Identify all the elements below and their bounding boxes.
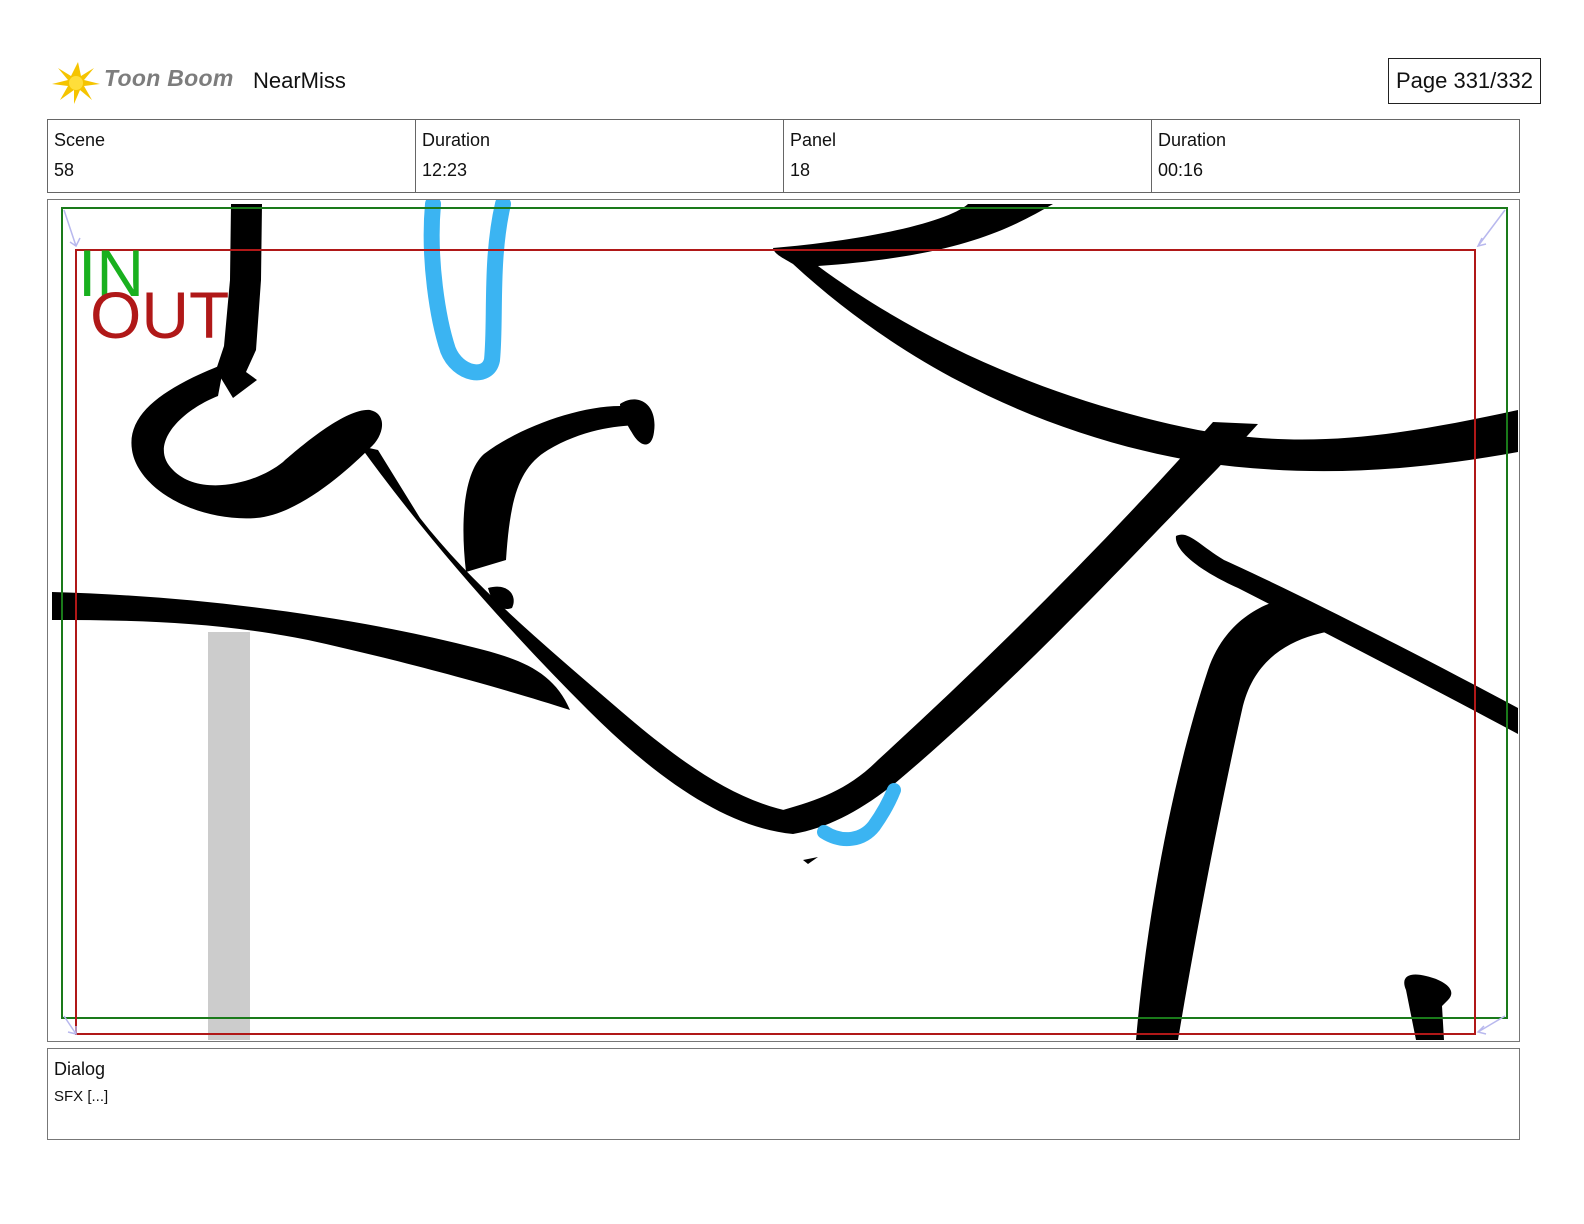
scene-cell: Scene 58 [48, 120, 416, 192]
scene-duration-cell: Duration 12:23 [416, 120, 784, 192]
arrow-top-right-icon [1476, 209, 1506, 248]
panel-duration-cell: Duration 00:16 [1152, 120, 1519, 192]
dialog-box: Dialog SFX [...] [47, 1048, 1520, 1140]
ink-horizontal-left [52, 592, 570, 710]
panel-label: Panel [790, 130, 837, 150]
dialog-label: Dialog [54, 1059, 106, 1079]
ink-lower-right-hook [1404, 974, 1452, 1040]
page-indicator: Page 331/332 [1387, 58, 1541, 104]
panel-info-table: Scene 58 Duration 12:23 Panel 18 Duratio… [47, 119, 1520, 193]
ink-strokes [52, 204, 1518, 1040]
scene-label: Scene [54, 130, 106, 150]
ink-vertical-right [1136, 598, 1326, 1040]
toon-boom-logo-icon [52, 62, 100, 104]
storyboard-panel: IN OUT [47, 199, 1520, 1042]
panel-duration-label: Duration [1158, 130, 1227, 150]
blue-loop-top [423, 200, 511, 381]
dialog-text: SFX [...] [54, 1088, 109, 1105]
ink-top-arc [773, 204, 1518, 472]
panel-cell: Panel 18 [784, 120, 1152, 192]
panel-duration-value: 00:16 [1158, 160, 1204, 180]
page-header: Toon Boom NearMiss Page 331/332 [48, 50, 1541, 112]
scene-value: 58 [54, 160, 75, 180]
scene-duration-value: 12:23 [422, 160, 468, 180]
out-label: OUT [90, 278, 229, 352]
panel-value: 18 [790, 160, 811, 180]
ink-tick [803, 857, 818, 864]
project-title: NearMiss [253, 68, 346, 93]
ink-curve-center [463, 406, 647, 572]
scene-duration-label: Duration [422, 130, 491, 150]
panel-drawing: IN OUT [52, 200, 1518, 1040]
brand-name: Toon Boom [104, 65, 234, 91]
gray-stroke [208, 632, 250, 1040]
ink-hook-left [131, 364, 383, 519]
